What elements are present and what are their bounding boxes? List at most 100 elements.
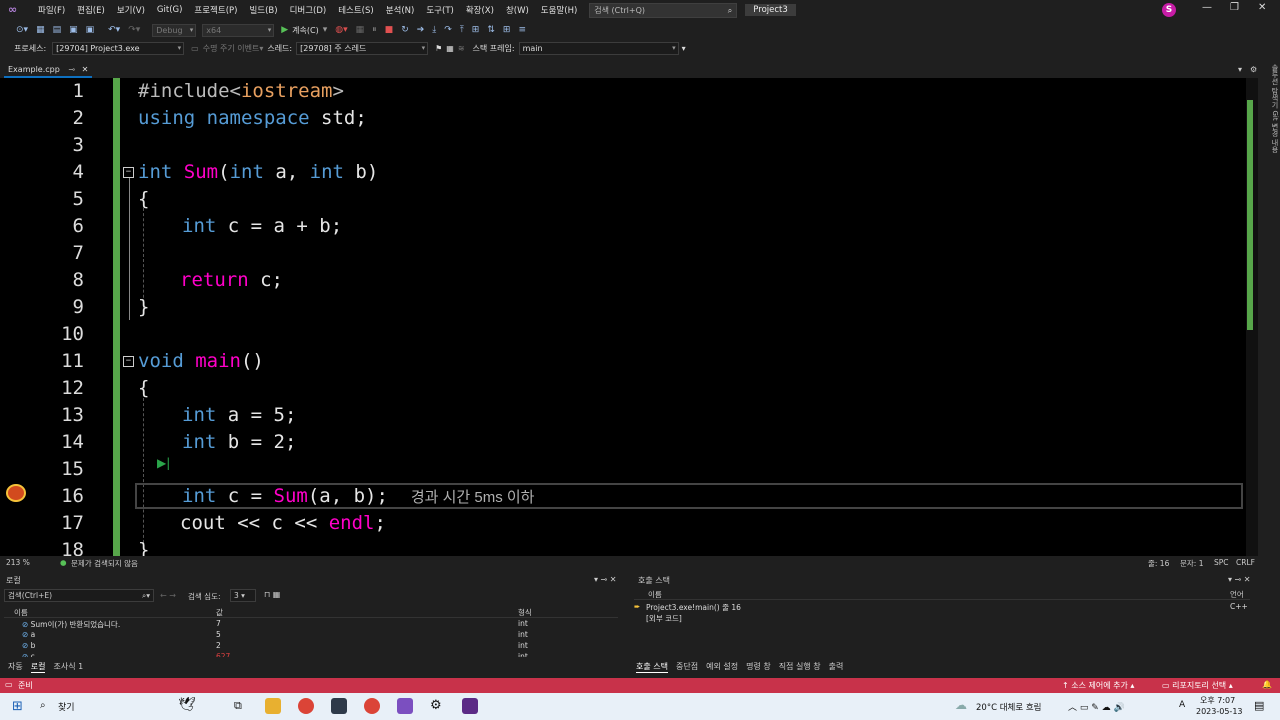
menu-extensions[interactable]: 확장(X) <box>460 4 500 16</box>
close-icon[interactable]: ✕ <box>1258 2 1266 13</box>
lifecycle-events-icon[interactable]: ▭ <box>191 44 199 53</box>
hex-icon[interactable]: ⊞ <box>468 25 484 35</box>
continue-button[interactable]: 계속(C) <box>292 25 319 36</box>
flag-icon[interactable]: ⚑ <box>435 44 442 53</box>
source-control-button[interactable]: ↑ 소스 제어에 추가 ▴ <box>1062 680 1134 691</box>
repo-select-button[interactable]: ▭ 리포지토리 선택 ▴ <box>1162 680 1233 691</box>
platform-select[interactable]: x64 ▾ <box>202 23 275 37</box>
menu-view[interactable]: 보기(V) <box>111 4 151 16</box>
local-value[interactable]: 7 <box>216 619 221 630</box>
configuration-select[interactable]: Debug ▾ <box>152 23 197 37</box>
save-all-icon[interactable]: ▣ <box>82 25 99 35</box>
whitespace-indicator[interactable]: SPC <box>1214 558 1229 567</box>
settings-gear-icon[interactable]: ⚙ <box>430 698 442 713</box>
issues-status[interactable]: 문제가 검색되지 않음 <box>71 558 138 569</box>
global-search-input[interactable]: 검색 (Ctrl+Q) ⌕ <box>589 2 738 18</box>
menu-debug[interactable]: 디버그(D) <box>284 4 333 16</box>
minimize-icon[interactable]: — <box>1202 2 1212 13</box>
open-file-icon[interactable]: ▤ <box>49 25 66 35</box>
code-line-2[interactable]: using namespace std; <box>138 105 367 132</box>
app-icon[interactable] <box>331 698 347 714</box>
hot-reload-icon[interactable]: ▦ <box>352 25 369 35</box>
menu-file[interactable]: 파일(F) <box>32 4 71 16</box>
terminal-icon[interactable] <box>462 698 478 714</box>
file-explorer-icon[interactable] <box>265 698 281 714</box>
tab-close-icon[interactable]: ✕ <box>82 65 89 74</box>
visual-studio-icon[interactable] <box>397 698 413 714</box>
code-line-1[interactable]: #include<iostream> <box>138 78 344 105</box>
panel-menu-icon[interactable]: ▾ ⊸ ✕ <box>594 575 617 584</box>
back-forward-icon[interactable]: ⊙▾ <box>12 25 32 35</box>
thread-filter-icon[interactable]: ≋ <box>458 44 465 53</box>
tab-call-stack[interactable]: 호출 스택 <box>636 661 668 673</box>
threads-icon[interactable]: ⇅ <box>483 25 499 35</box>
line-ending-indicator[interactable]: CRLF <box>1236 558 1255 567</box>
tray-icons[interactable]: ︿ ▭ ✎ ☁ 🔊 <box>1068 700 1125 713</box>
code-line-9[interactable]: } <box>138 294 149 321</box>
windows-start-icon[interactable]: ⊞ <box>12 699 23 714</box>
dropdown-icon[interactable]: ▾ <box>319 25 332 35</box>
step-into-icon[interactable]: ⤓ <box>428 25 440 35</box>
stack-frame-select[interactable]: main ▾ <box>518 41 679 55</box>
tab-example-cpp[interactable]: Example.cpp ⊸ ✕ <box>4 64 93 78</box>
task-view-icon[interactable]: ⧉ <box>234 699 242 713</box>
notification-center-icon[interactable]: ▤ <box>1254 699 1264 712</box>
comment-icon[interactable]: ≡ <box>514 25 530 35</box>
collapse-icon[interactable]: − <box>123 356 134 367</box>
bookmark-icon[interactable]: ⊞ <box>499 25 515 35</box>
menu-git[interactable]: Git(G) <box>151 5 189 15</box>
undo-icon[interactable]: ↶▾ <box>104 25 124 35</box>
clock-time[interactable]: 오후 7:07 <box>1200 695 1235 706</box>
show-next-statement-icon[interactable]: ➔ <box>413 25 429 35</box>
restart-icon[interactable]: ↻ <box>397 25 413 35</box>
code-line-8[interactable]: return c; <box>180 267 283 294</box>
tab-list-dropdown-icon[interactable]: ▾ <box>1238 65 1242 74</box>
menu-help[interactable]: 도움말(H) <box>535 4 583 16</box>
current-statement-arrow-icon[interactable] <box>6 484 26 502</box>
code-line-16[interactable]: int c = Sum(a, b); 경과 시간 5ms 이하 <box>182 483 534 511</box>
process-select[interactable]: [29704] Project3.exe ▾ <box>52 41 185 55</box>
pin-icon[interactable]: ⊸ <box>68 65 75 74</box>
chrome-icon[interactable] <box>364 698 380 714</box>
code-line-6[interactable]: int c = a + b; <box>182 213 342 240</box>
code-line-17[interactable]: cout << c << endl; <box>180 510 386 537</box>
notification-icon[interactable]: 🔔 <box>1262 680 1272 689</box>
code-line-11[interactable]: void main() <box>138 348 264 375</box>
menu-analyze[interactable]: 분석(N) <box>380 4 421 16</box>
settings-gear-icon[interactable]: ⚙ <box>1250 65 1257 74</box>
menu-tools[interactable]: 도구(T) <box>420 4 459 16</box>
code-line-4[interactable]: int Sum(int a, int b) <box>138 159 378 186</box>
filter-icon[interactable]: ▦ <box>446 44 454 53</box>
panel-menu-icon[interactable]: ▾ ⊸ ✕ <box>1228 575 1251 584</box>
thread-select[interactable]: [29708] 주 스레드 ▾ <box>296 41 429 55</box>
lifecycle-events-label[interactable]: 수명 주기 이벤트 <box>203 43 260 54</box>
step-out-icon[interactable]: ⤒ <box>456 25 468 35</box>
lifecycle-dropdown-icon[interactable]: ▾ <box>259 44 263 53</box>
local-row[interactable]: ⊘ a <box>22 630 35 641</box>
weather-text[interactable]: 20°C 대체로 흐림 <box>976 701 1042 713</box>
call-stack-frame[interactable]: [외부 코드] <box>646 613 682 624</box>
debug-target-icon[interactable]: ◍▾ <box>331 25 351 35</box>
locals-search-input[interactable]: 검색(Ctrl+E) ⌕▾ <box>4 589 154 602</box>
clock-date[interactable]: 2023-05-13 <box>1196 707 1243 716</box>
tab-immediate-window[interactable]: 직접 실행 창 <box>779 661 821 673</box>
run-to-click-icon[interactable]: ▶| <box>157 456 170 470</box>
step-over-icon[interactable]: ↷ <box>440 25 456 35</box>
code-line-13[interactable]: int a = 5; <box>182 402 296 429</box>
tab-output[interactable]: 출력 <box>829 661 844 673</box>
input-language[interactable]: A <box>1179 700 1185 710</box>
pause-icon[interactable]: ⏸ <box>368 25 381 35</box>
tab-breakpoints[interactable]: 중단점 <box>676 661 698 673</box>
stop-icon[interactable]: ■ <box>381 25 398 35</box>
tab-locals[interactable]: 로컬 <box>30 661 46 673</box>
menu-project[interactable]: 프로젝트(P) <box>188 4 243 16</box>
pin-source-icon[interactable]: ⊓ ▦ <box>264 590 280 599</box>
redo-icon[interactable]: ↷▾ <box>124 25 144 35</box>
nav-arrows-icon[interactable]: ← → <box>160 591 176 600</box>
code-line-14[interactable]: int b = 2; <box>182 429 296 456</box>
code-line-12[interactable]: { <box>138 375 149 402</box>
code-line-18[interactable]: } <box>138 537 149 556</box>
restore-icon[interactable]: ❐ <box>1230 2 1239 13</box>
call-stack-frame[interactable]: Project3.exe!main() 줄 16 <box>646 602 741 613</box>
menu-edit[interactable]: 편집(E) <box>71 4 111 16</box>
